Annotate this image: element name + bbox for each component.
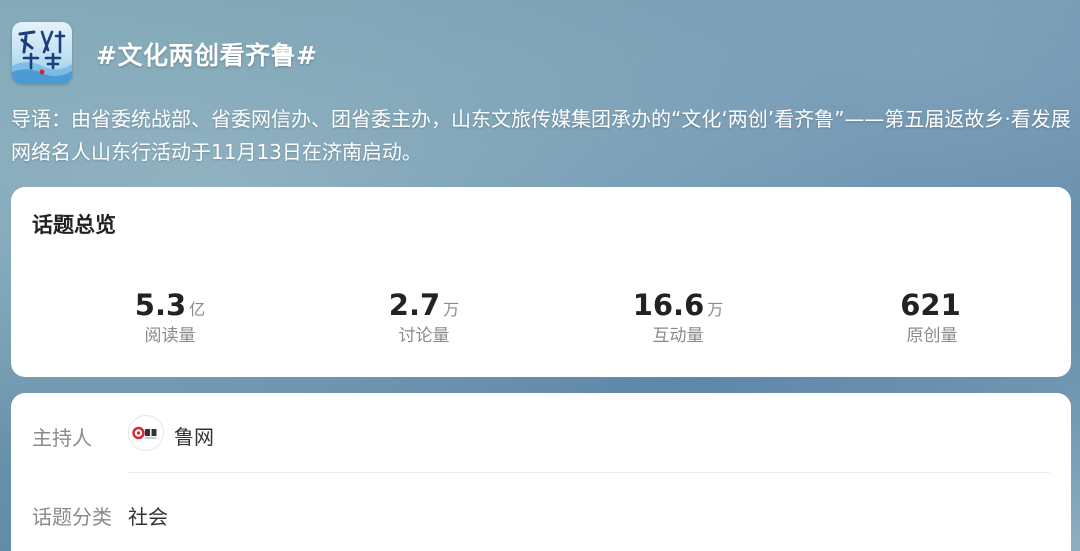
stat-interact-label: 互动量 [652,326,704,346]
divider [128,472,1050,473]
topic-intro: 导语：由省委统战部、省委网信办、团省委主办，山东文旅传媒集团承办的“文化‘两创’… [11,107,1071,164]
stat-read-label: 阅读量 [144,326,196,346]
stat-read: 5.3 亿 阅读量 [43,287,297,347]
host-name: 鲁网 [174,425,214,449]
stat-interact-value: 16.6 [632,288,705,322]
category-value: 社会 [128,505,168,529]
topic-overview-card: 话题总览 5.3 亿 阅读量 2.7 万 讨论量 16.6 万 互动量 621 原创量 [11,187,1071,377]
stat-interact: 16.6 万 互动量 [551,287,805,347]
overview-title: 话题总览 [32,213,116,237]
stat-discuss-label: 讨论量 [398,326,450,346]
stat-interact-unit: 万 [707,300,724,319]
stat-original-label: 原创量 [906,326,958,346]
luwang-logo-icon [128,415,164,451]
stat-discuss-unit: 万 [443,300,460,319]
stat-read-value: 5.3 [134,288,187,322]
topic-logo-icon [12,22,72,84]
topic-title: #文化两创看齐鲁# [96,41,318,70]
topic-info-card: 主持人 鲁网 话题分类 社会 [11,393,1071,551]
stat-original-value: 621 [900,288,961,322]
stat-discuss: 2.7 万 讨论量 [297,287,551,347]
stat-discuss-value: 2.7 [388,288,441,322]
stat-read-unit: 亿 [189,300,206,319]
stat-original: 621 原创量 [805,287,1059,347]
category-label: 话题分类 [32,505,112,529]
overview-stats: 5.3 亿 阅读量 2.7 万 讨论量 16.6 万 互动量 621 原创量 [11,287,1071,357]
host-label: 主持人 [32,426,92,450]
